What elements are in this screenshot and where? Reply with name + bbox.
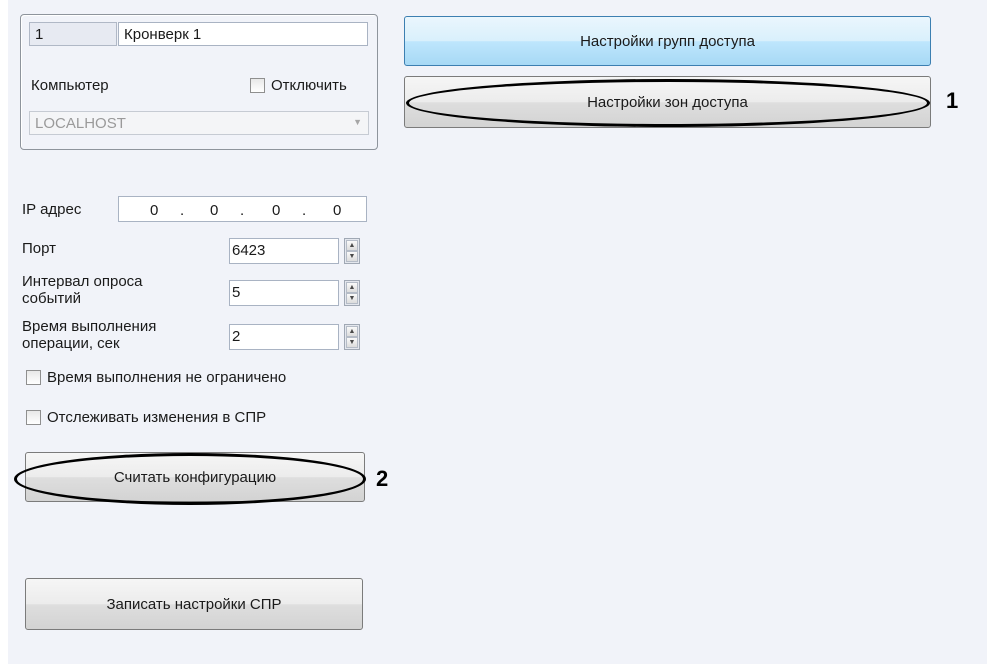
computer-select[interactable]: LOCALHOST ▼ bbox=[29, 111, 369, 135]
computer-select-value: LOCALHOST bbox=[35, 115, 126, 132]
disable-checkbox[interactable] bbox=[250, 78, 265, 93]
ip-dot: . bbox=[302, 202, 307, 219]
ip-address-input[interactable]: 0 . 0 . 0 . 0 bbox=[118, 196, 367, 222]
ip-octet: 0 bbox=[333, 202, 342, 219]
group-settings-button[interactable]: Настройки групп доступа bbox=[404, 16, 931, 66]
device-id-field[interactable]: 1 bbox=[29, 22, 117, 46]
ip-octet: 0 bbox=[272, 202, 281, 219]
timeout-label: Время выполнения bbox=[22, 318, 157, 335]
track-changes-label: Отслеживать изменения в СПР bbox=[47, 409, 267, 426]
port-label: Порт bbox=[22, 240, 57, 257]
chevron-down-icon: ▼ bbox=[353, 117, 362, 127]
poll-interval-label: Интервал опроса bbox=[22, 273, 143, 290]
ip-dot: . bbox=[240, 202, 245, 219]
ip-address-label: IP адрес bbox=[22, 201, 82, 218]
spin-up-icon[interactable]: ▲ bbox=[346, 240, 358, 251]
spin-up-icon[interactable]: ▲ bbox=[346, 282, 358, 293]
port-spinner[interactable]: ▲ ▼ bbox=[344, 238, 360, 264]
spin-down-icon[interactable]: ▼ bbox=[346, 293, 358, 304]
spin-up-icon[interactable]: ▲ bbox=[346, 326, 358, 337]
disable-label: Отключить bbox=[271, 77, 347, 94]
computer-label: Компьютер bbox=[31, 77, 109, 94]
spin-down-icon[interactable]: ▼ bbox=[346, 251, 358, 262]
poll-interval-label-2: событий bbox=[22, 290, 82, 307]
unlimited-time-label: Время выполнения не ограничено bbox=[47, 369, 287, 386]
track-changes-checkbox[interactable] bbox=[26, 410, 41, 425]
device-groupbox: 1 Кронверк 1 Компьютер Отключить LOCALHO… bbox=[20, 14, 378, 150]
read-config-button[interactable]: Считать конфигурацию bbox=[25, 452, 365, 502]
ip-octet: 0 bbox=[150, 202, 159, 219]
zone-settings-button[interactable]: Настройки зон доступа bbox=[404, 76, 931, 128]
timeout-spinner[interactable]: ▲ ▼ bbox=[344, 324, 360, 350]
timeout-label-2: операции, сек bbox=[22, 335, 120, 352]
poll-interval-spinner[interactable]: ▲ ▼ bbox=[344, 280, 360, 306]
spin-down-icon[interactable]: ▼ bbox=[346, 337, 358, 348]
callout-2: 2 bbox=[376, 466, 389, 491]
timeout-input[interactable]: 2 bbox=[229, 324, 339, 350]
device-name-input[interactable]: Кронверк 1 bbox=[118, 22, 368, 46]
port-input[interactable]: 6423 bbox=[229, 238, 339, 264]
ip-octet: 0 bbox=[210, 202, 219, 219]
callout-1: 1 bbox=[946, 88, 959, 113]
write-settings-button[interactable]: Записать настройки СПР bbox=[25, 578, 363, 630]
poll-interval-input[interactable]: 5 bbox=[229, 280, 339, 306]
unlimited-time-checkbox[interactable] bbox=[26, 370, 41, 385]
ip-dot: . bbox=[180, 202, 185, 219]
settings-panel: 1 Кронверк 1 Компьютер Отключить LOCALHO… bbox=[8, 0, 987, 664]
